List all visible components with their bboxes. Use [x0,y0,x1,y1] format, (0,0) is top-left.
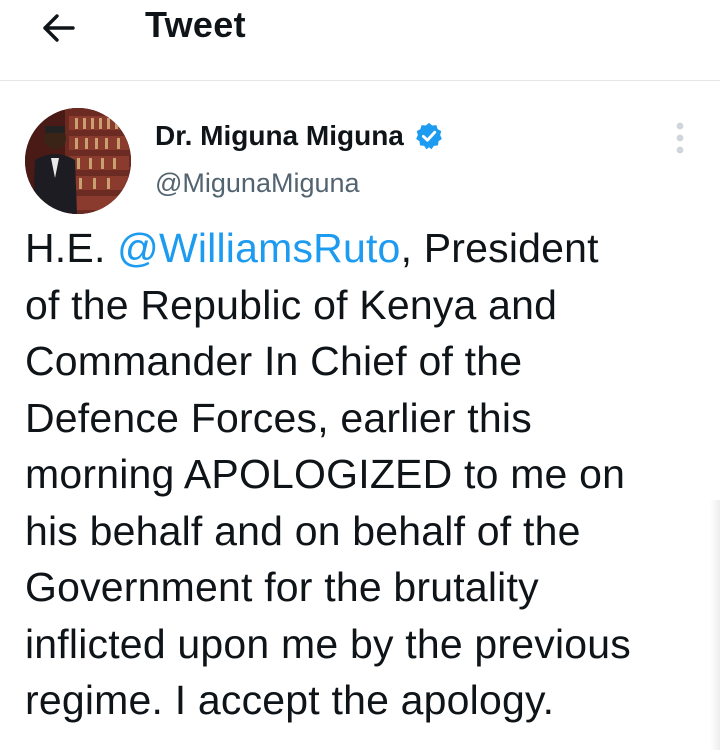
author-handle[interactable]: @MigunaMiguna [155,166,360,200]
tweet-line: H.E. @WilliamsRuto, President [25,220,705,277]
verified-badge-icon [416,122,442,150]
tweet-line: Commander In Chief of the [25,338,523,384]
mention-link[interactable]: @WilliamsRuto [117,225,400,271]
author-name-text: Dr. Miguna Miguna [155,120,404,151]
tweet-line: of the Republic of Kenya and [25,281,558,328]
tweet-line: Government for the brutality [25,564,539,610]
tweet-line: Defence Forces, earlier this [25,394,532,441]
tweet-text-segment: H.E. [25,225,118,271]
more-vertical-icon [676,122,684,154]
avatar[interactable] [25,108,131,214]
more-options-button[interactable] [668,118,692,158]
page-title: Tweet [145,4,246,45]
tweet-line: his behalf and on behalf of the [25,507,581,554]
edge-shadow [710,500,720,750]
tweet-text-segment: , President [400,225,599,271]
tweet-line: regime. I accept the apology. [25,677,555,723]
tweet-line: inflicted upon me by the previous [25,620,632,667]
top-bar: Tweet [0,0,720,81]
tweet-text: H.E. @WilliamsRuto, President of the Rep… [25,220,705,729]
back-button[interactable] [30,6,86,50]
arrow-left-icon [43,14,75,42]
profile-photo [25,108,131,214]
author-name[interactable]: Dr. Miguna Miguna [155,118,444,154]
tweet-line: morning APOLOGIZED to me on [25,451,626,497]
